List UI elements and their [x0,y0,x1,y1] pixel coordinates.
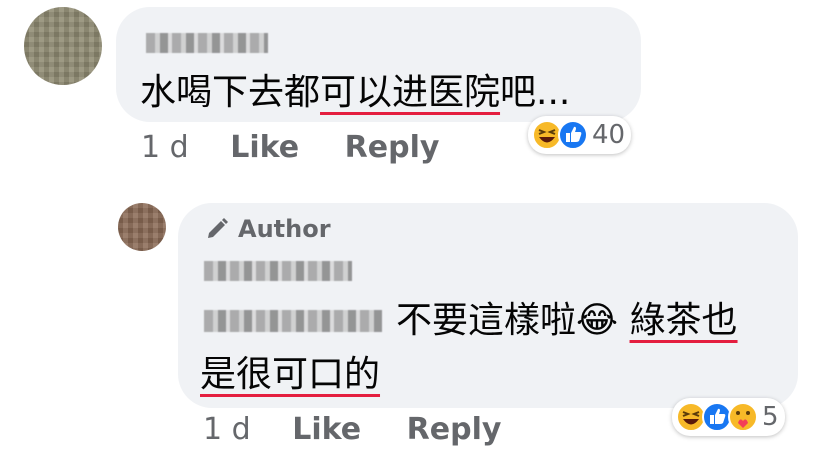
reaction-count: 40 [592,120,626,150]
underlined-text: 是很可口的 [200,354,381,395]
timestamp[interactable]: 1 d [203,412,251,447]
reply-text-line-2: 是很可口的 [200,353,380,397]
reply-actions: 1 d Like Reply [203,412,537,447]
author-badge: Author [204,215,331,243]
author-avatar[interactable] [118,203,166,251]
author-name-redacted[interactable] [204,261,352,281]
like-button[interactable]: Like [230,130,299,165]
underlined-text: 綠茶也 [629,300,738,341]
pen-icon [208,218,228,238]
author-label: Author [238,215,331,243]
reply-button[interactable]: Reply [407,412,502,447]
comment-bubble: 水喝下去都可以进医院吧... [116,7,641,122]
reply-text-line-1: 不要這樣啦😂 綠茶也 [204,299,738,343]
underlined-text: 可以进医院 [320,72,501,113]
comment-text: 水喝下去都可以进医院吧... [140,72,571,113]
timestamp[interactable]: 1 d [141,130,189,165]
like-icon [558,120,588,150]
reply-bubble: Author 不要這樣啦😂 綠茶也 是很可口的 [178,203,798,408]
reply-button[interactable]: Reply [345,130,440,165]
commenter-avatar[interactable] [24,7,102,85]
reaction-summary[interactable]: 40 [528,116,632,154]
reaction-count: 5 [762,402,779,432]
care-icon [728,402,758,432]
like-button[interactable]: Like [292,412,361,447]
reaction-summary[interactable]: 5 [672,398,785,436]
mentioned-name-redacted[interactable] [204,310,382,332]
commenter-name-redacted[interactable] [146,33,268,53]
comment-actions: 1 d Like Reply [141,130,475,165]
